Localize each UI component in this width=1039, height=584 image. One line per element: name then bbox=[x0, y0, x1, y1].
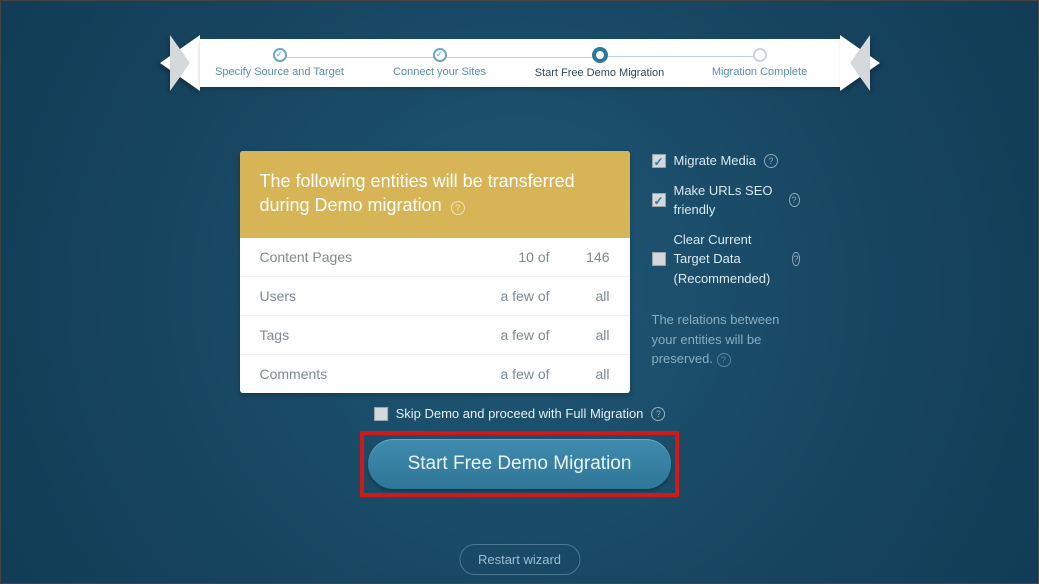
entity-name: Users bbox=[260, 288, 460, 304]
help-icon[interactable]: ? bbox=[717, 353, 731, 367]
entity-full-count: all bbox=[550, 288, 610, 304]
table-row: Tags a few of all bbox=[240, 316, 630, 355]
help-icon[interactable]: ? bbox=[764, 154, 778, 168]
entity-full-count: 146 bbox=[550, 249, 610, 265]
step-label: Migration Complete bbox=[680, 66, 840, 78]
help-icon[interactable]: ? bbox=[792, 252, 799, 266]
checkbox-icon[interactable] bbox=[652, 193, 666, 207]
card-heading-text: The following entities will be transferr… bbox=[260, 171, 575, 215]
step-label: Specify Source and Target bbox=[200, 66, 360, 78]
note-text: The relations between your entities will… bbox=[652, 312, 780, 366]
entity-demo-count: a few of bbox=[460, 288, 550, 304]
preservation-note: The relations between your entities will… bbox=[652, 310, 800, 369]
help-icon[interactable]: ? bbox=[651, 407, 665, 421]
option-seo-urls[interactable]: Make URLs SEO friendly ? bbox=[652, 181, 800, 220]
step-label: Start Free Demo Migration bbox=[520, 67, 680, 79]
circle-icon bbox=[753, 48, 767, 62]
migration-options: Migrate Media ? Make URLs SEO friendly ?… bbox=[652, 151, 800, 393]
step-migration-complete[interactable]: Migration Complete bbox=[680, 48, 840, 78]
progress-stepper: Specify Source and Target Connect your S… bbox=[160, 33, 880, 93]
option-label: Migrate Media bbox=[674, 151, 756, 171]
step-connector bbox=[440, 57, 600, 58]
checkbox-icon[interactable] bbox=[652, 252, 666, 266]
checkbox-icon[interactable] bbox=[374, 407, 388, 421]
entities-table: Content Pages 10 of 146 Users a few of a… bbox=[240, 238, 630, 393]
option-clear-target[interactable]: Clear Current Target Data (Recommended) … bbox=[652, 230, 800, 289]
table-row: Users a few of all bbox=[240, 277, 630, 316]
step-connector bbox=[600, 56, 760, 57]
main-area: The following entities will be transferr… bbox=[240, 151, 800, 393]
option-label: Make URLs SEO friendly bbox=[674, 181, 781, 220]
checkbox-icon[interactable] bbox=[652, 154, 666, 168]
check-icon bbox=[433, 48, 447, 62]
entities-card: The following entities will be transferr… bbox=[240, 151, 630, 393]
entity-demo-count: 10 of bbox=[460, 249, 550, 265]
restart-wizard-button[interactable]: Restart wizard bbox=[459, 544, 580, 575]
step-label: Connect your Sites bbox=[360, 66, 520, 78]
circle-icon bbox=[592, 47, 608, 63]
skip-demo-row[interactable]: Skip Demo and proceed with Full Migratio… bbox=[374, 406, 666, 421]
entity-full-count: all bbox=[550, 327, 610, 343]
cta-highlight-box: Start Free Demo Migration bbox=[360, 431, 680, 497]
card-heading: The following entities will be transferr… bbox=[240, 151, 630, 238]
entity-demo-count: a few of bbox=[460, 327, 550, 343]
entity-full-count: all bbox=[550, 366, 610, 382]
entity-demo-count: a few of bbox=[460, 366, 550, 382]
entity-name: Comments bbox=[260, 366, 460, 382]
table-row: Comments a few of all bbox=[240, 355, 630, 393]
help-icon[interactable]: ? bbox=[789, 193, 800, 207]
stepper-track: Specify Source and Target Connect your S… bbox=[200, 39, 840, 87]
entity-name: Content Pages bbox=[260, 249, 460, 265]
option-migrate-media[interactable]: Migrate Media ? bbox=[652, 151, 800, 171]
option-label: Clear Current Target Data (Recommended) bbox=[674, 230, 785, 289]
check-icon bbox=[273, 48, 287, 62]
step-specify-source[interactable]: Specify Source and Target bbox=[200, 48, 360, 78]
help-icon[interactable]: ? bbox=[451, 201, 465, 215]
step-connector bbox=[280, 57, 440, 58]
table-row: Content Pages 10 of 146 bbox=[240, 238, 630, 277]
entity-name: Tags bbox=[260, 327, 460, 343]
ribbon-left bbox=[160, 35, 200, 91]
start-demo-migration-button[interactable]: Start Free Demo Migration bbox=[368, 439, 672, 489]
ribbon-right bbox=[840, 35, 880, 91]
step-start-demo[interactable]: Start Free Demo Migration bbox=[520, 47, 680, 79]
skip-label: Skip Demo and proceed with Full Migratio… bbox=[396, 406, 644, 421]
step-connect-sites[interactable]: Connect your Sites bbox=[360, 48, 520, 78]
